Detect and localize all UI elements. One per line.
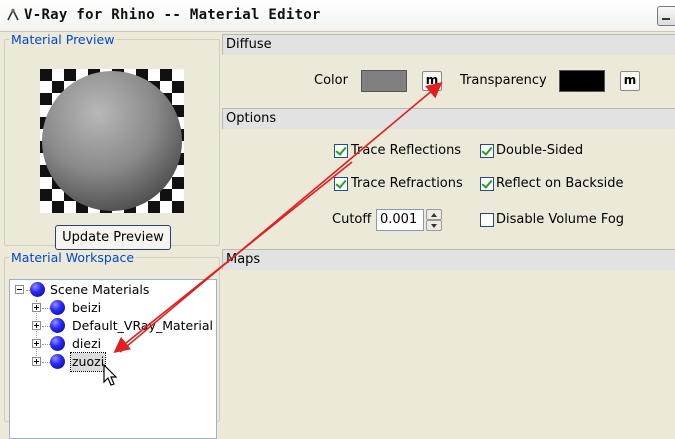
arrow-down-icon (431, 224, 437, 228)
double-sided-checkbox[interactable] (480, 144, 494, 158)
trace-refractions-checkbox[interactable] (334, 177, 348, 191)
reflect-on-backside-checkbox[interactable] (480, 177, 494, 191)
diffuse-color-swatch[interactable] (361, 70, 407, 92)
spin-down-button[interactable] (426, 220, 442, 231)
material-ball-icon (50, 354, 65, 369)
cutoff-input[interactable]: 0.001 (376, 209, 424, 231)
disable-volume-fog-checkbox[interactable] (480, 213, 494, 227)
title-bar: V-Ray for Rhino -- Material Editor (0, 0, 675, 32)
cutoff-spinner[interactable] (426, 209, 442, 231)
diffuse-section-header[interactable]: Diffuse (222, 34, 675, 55)
diffuse-map-button[interactable]: m (422, 71, 442, 91)
expand-icon[interactable] (32, 321, 41, 330)
options-section-header[interactable]: Options (222, 108, 675, 129)
trace-refractions-label[interactable]: Trace Refractions (351, 176, 463, 191)
material-ball-icon (50, 336, 65, 351)
material-ball-icon (50, 318, 65, 333)
collapse-icon[interactable] (15, 285, 24, 294)
expand-icon[interactable] (32, 303, 41, 312)
material-preview-legend: Material Preview (11, 32, 115, 47)
material-preview-group: Material Preview Update Preview (4, 32, 220, 250)
window-title: V-Ray for Rhino -- Material Editor (24, 7, 321, 23)
reflect-on-backside-label[interactable]: Reflect on Backside (496, 176, 624, 191)
expand-icon[interactable] (32, 357, 41, 366)
tree-item[interactable]: Default_VRay_Material (10, 317, 213, 335)
material-ball-icon (30, 282, 45, 297)
double-sided-label[interactable]: Double-Sided (496, 143, 583, 158)
tree-item[interactable]: beizi (10, 299, 210, 317)
trace-reflections-label[interactable]: Trace Reflections (351, 143, 461, 158)
minimize-icon (662, 18, 670, 20)
material-workspace-legend: Material Workspace (11, 250, 135, 265)
material-preview-image (40, 69, 184, 213)
tree-item-label: diezi (72, 336, 102, 351)
expand-icon[interactable] (32, 339, 41, 348)
maps-section-header[interactable]: Maps (222, 249, 675, 270)
material-workspace-group: Material Workspace Scene Materials beizi… (4, 250, 220, 439)
tree-root-label: Scene Materials (50, 282, 150, 297)
transparency-label: Transparency (460, 73, 547, 88)
transparency-map-button[interactable]: m (620, 71, 640, 91)
material-ball-icon (50, 300, 65, 315)
tree-item-label: beizi (72, 300, 102, 315)
material-properties-panel: Diffuse Color m Transparency m Options T… (222, 32, 675, 416)
tree-item[interactable]: diezi (10, 335, 210, 353)
vray-icon (7, 8, 19, 21)
tree-item-label: zuozi (69, 352, 107, 372)
cutoff-label: Cutoff (332, 212, 372, 227)
trace-reflections-checkbox[interactable] (334, 144, 348, 158)
transparency-color-swatch[interactable] (559, 70, 605, 92)
tree-root[interactable]: Scene Materials (10, 281, 210, 299)
update-preview-button[interactable]: Update Preview (55, 225, 171, 250)
mouse-cursor-icon (103, 364, 118, 386)
disable-volume-fog-label[interactable]: Disable Volume Fog (496, 212, 624, 227)
minimize-button[interactable] (657, 6, 675, 26)
arrow-up-icon (431, 213, 437, 217)
spin-up-button[interactable] (426, 209, 442, 220)
material-tree[interactable]: Scene Materials beizi Default_VRay_Mater… (9, 279, 217, 439)
tree-item-label: Default_VRay_Material (72, 318, 213, 333)
color-label: Color (314, 73, 348, 88)
